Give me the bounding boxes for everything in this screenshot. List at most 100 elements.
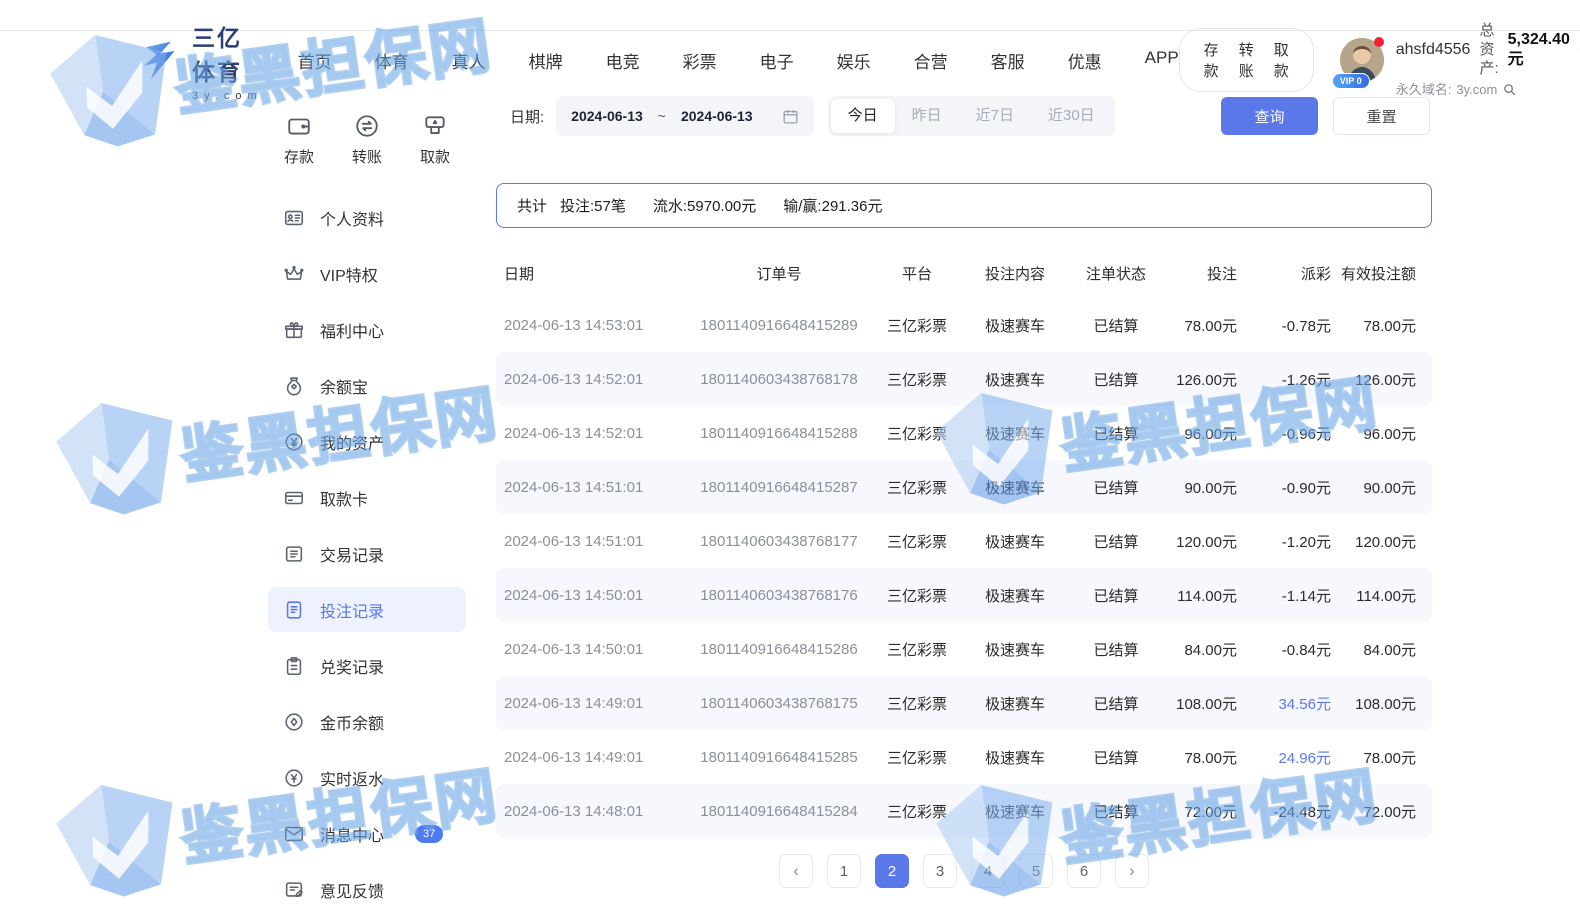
- prev-page-button[interactable]: ‹: [779, 854, 813, 888]
- cell-status: 已结算: [1080, 369, 1152, 390]
- sidebar-item-welfare[interactable]: 福利中心: [268, 307, 466, 352]
- cell-platform: 三亿彩票: [884, 747, 950, 768]
- nav-item-6[interactable]: 电子: [760, 48, 794, 73]
- search-icon[interactable]: [1502, 82, 1517, 97]
- assets-label: 总资产:: [1479, 22, 1498, 78]
- sidebar-item-profile[interactable]: 个人资料: [268, 195, 466, 240]
- date-to-value[interactable]: 2024-06-13: [681, 108, 753, 124]
- page-button-2[interactable]: 2: [875, 854, 909, 888]
- cell-status: 已结算: [1080, 693, 1152, 714]
- range-button-0[interactable]: 今日: [831, 99, 895, 133]
- cell-valid: 90.00元: [1331, 477, 1416, 498]
- wallet-link-deposit[interactable]: 存款: [1204, 39, 1219, 81]
- nav-item-10[interactable]: 优惠: [1068, 48, 1102, 73]
- sidebar-item-feedback[interactable]: 意见反馈: [268, 867, 466, 912]
- date-from-value[interactable]: 2024-06-13: [571, 108, 643, 124]
- summary-total-label: 共计: [517, 195, 547, 216]
- sidebar-item-transactions[interactable]: 交易记录: [268, 531, 466, 576]
- table-row: 2024-06-13 14:51:011801140603438768177三亿…: [496, 514, 1432, 568]
- nav-item-3[interactable]: 棋牌: [529, 48, 563, 73]
- page-button-6[interactable]: 6: [1067, 854, 1101, 888]
- sidebar-item-redeem-records[interactable]: 兑奖记录: [268, 643, 466, 688]
- sidebar-item-label: 意见反馈: [320, 878, 384, 902]
- column-header-0: 日期: [504, 263, 674, 284]
- date-range-picker[interactable]: 2024-06-13 ~ 2024-06-13: [556, 96, 813, 136]
- cell-status: 已结算: [1080, 477, 1152, 498]
- cell-content: 极速赛车: [950, 531, 1080, 552]
- cell-content: 极速赛车: [950, 423, 1080, 444]
- sidebar-item-withdraw-card[interactable]: 取款卡: [268, 475, 466, 520]
- cell-platform: 三亿彩票: [884, 531, 950, 552]
- nav-item-0[interactable]: 首页: [298, 48, 332, 73]
- page-button-1[interactable]: 1: [827, 854, 861, 888]
- bet-doc-icon: [283, 599, 305, 621]
- cell-status: 已结算: [1080, 801, 1152, 822]
- unread-badge: 37: [415, 825, 443, 843]
- nav-item-1[interactable]: 体育: [375, 48, 409, 73]
- next-page-button[interactable]: ›: [1115, 854, 1149, 888]
- nav-item-2[interactable]: 真人: [452, 48, 486, 73]
- cell-status: 已结算: [1080, 423, 1152, 444]
- bank-card-icon: [283, 487, 305, 509]
- page-button-4[interactable]: 4: [971, 854, 1005, 888]
- cell-platform: 三亿彩票: [884, 585, 950, 606]
- cell-platform: 三亿彩票: [884, 369, 950, 390]
- nav-item-11[interactable]: APP: [1145, 48, 1179, 73]
- quick-action-deposit[interactable]: 存款: [270, 113, 328, 167]
- cell-platform: 三亿彩票: [884, 423, 950, 444]
- page-button-3[interactable]: 3: [923, 854, 957, 888]
- cell-content: 极速赛车: [950, 747, 1080, 768]
- column-header-7: 有效投注额: [1331, 263, 1416, 284]
- range-button-2[interactable]: 近7日: [959, 99, 1031, 133]
- cell-payout: -0.78元: [1237, 315, 1331, 336]
- header: 三亿体育 3y.com 首页体育真人棋牌电竞彩票电子娱乐合营客服优惠APP 存款…: [0, 31, 1580, 89]
- column-header-3: 投注内容: [950, 263, 1080, 284]
- cell-platform: 三亿彩票: [884, 477, 950, 498]
- page-button-5[interactable]: 5: [1019, 854, 1053, 888]
- reset-button[interactable]: 重置: [1333, 97, 1430, 135]
- sidebar-item-bet-records[interactable]: 投注记录: [268, 587, 466, 632]
- crown-icon: [283, 263, 305, 285]
- cell-platform: 三亿彩票: [884, 639, 950, 660]
- sidebar-item-coin-balance[interactable]: 金币余额: [268, 699, 466, 744]
- cell-status: 已结算: [1080, 585, 1152, 606]
- nav-item-7[interactable]: 娱乐: [837, 48, 871, 73]
- nav-item-9[interactable]: 客服: [991, 48, 1025, 73]
- sidebar-item-yuebao[interactable]: 余额宝: [268, 363, 466, 408]
- cell-valid: 78.00元: [1331, 315, 1416, 336]
- sidebar-item-rebate[interactable]: 实时返水: [268, 755, 466, 800]
- filter-row: 日期: 2024-06-13 ~ 2024-06-13 今日昨日近7日近30日 …: [496, 95, 1432, 137]
- logo-title: 三亿体育: [192, 19, 263, 87]
- table-body: 2024-06-13 14:53:011801140916648415289三亿…: [496, 298, 1432, 838]
- nav-item-5[interactable]: 彩票: [683, 48, 717, 73]
- sidebar-item-message-center[interactable]: 消息中心37: [268, 811, 466, 856]
- nav-item-8[interactable]: 合营: [914, 48, 948, 73]
- query-button[interactable]: 查询: [1221, 97, 1318, 135]
- logo[interactable]: 三亿体育 3y.com: [138, 19, 263, 102]
- sidebar-item-assets[interactable]: 我的资产: [268, 419, 466, 464]
- calendar-icon[interactable]: [782, 108, 799, 125]
- sidebar-quick-actions: 存款转账 取款: [268, 113, 466, 175]
- sidebar-item-label: 福利中心: [320, 318, 384, 342]
- wallet-link-withdraw[interactable]: 取款: [1274, 39, 1289, 81]
- column-header-1: 订单号: [674, 263, 884, 284]
- range-button-3[interactable]: 近30日: [1031, 99, 1112, 133]
- cell-platform: 三亿彩票: [884, 315, 950, 336]
- quick-range-group: 今日昨日近7日近30日: [828, 96, 1115, 136]
- cell-bet: 72.00元: [1152, 801, 1237, 822]
- notification-dot: [1374, 37, 1384, 47]
- wallet-link-transfer[interactable]: 转账: [1239, 39, 1254, 81]
- range-button-1[interactable]: 昨日: [895, 99, 959, 133]
- sidebar-item-label: 金币余额: [320, 710, 384, 734]
- cell-bet: 84.00元: [1152, 639, 1237, 660]
- sidebar-item-label: 实时返水: [320, 766, 384, 790]
- quick-action-label: 转账: [352, 146, 382, 167]
- sidebar-item-vip[interactable]: VIP特权: [268, 251, 466, 296]
- feedback-icon: [283, 879, 305, 901]
- nav-item-4[interactable]: 电竞: [606, 48, 640, 73]
- cell-payout: -1.14元: [1237, 585, 1331, 606]
- table-row: 2024-06-13 14:49:011801140603438768175三亿…: [496, 676, 1432, 730]
- table-row: 2024-06-13 14:52:011801140603438768178三亿…: [496, 352, 1432, 406]
- quick-action-withdraw[interactable]: 取款: [406, 113, 464, 167]
- quick-action-transfer[interactable]: 转账: [338, 113, 396, 167]
